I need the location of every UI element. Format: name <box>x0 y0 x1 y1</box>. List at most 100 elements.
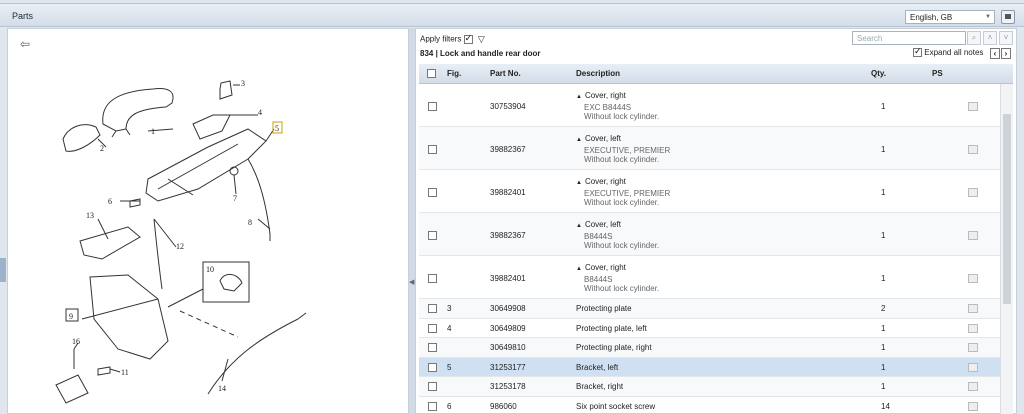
row-partno[interactable]: 39882367 <box>490 231 526 240</box>
col-ps[interactable]: PS <box>932 69 943 78</box>
ps-note-icon[interactable] <box>968 274 978 283</box>
expand-all-checkbox[interactable] <box>913 46 922 58</box>
collapse-arrow-icon[interactable]: ◀ <box>409 278 414 286</box>
col-fig[interactable]: Fig. <box>447 69 461 78</box>
collapse-triangle-icon[interactable]: ▲ <box>576 94 582 100</box>
callout-13[interactable]: 13 <box>86 211 94 220</box>
row-checkbox[interactable] <box>428 401 437 411</box>
callout-11[interactable]: 11 <box>121 368 129 377</box>
callout-6[interactable]: 6 <box>108 197 112 206</box>
table-row[interactable]: 6 986060 Six point socket screw 14 <box>419 397 1000 414</box>
row-checkbox[interactable] <box>428 323 437 333</box>
table-row[interactable]: 30649810 Protecting plate, right 1 <box>419 338 1000 358</box>
row-checkbox[interactable] <box>428 188 437 197</box>
col-qty[interactable]: Qty. <box>871 69 886 78</box>
table-row[interactable]: 39882367 ▲ Cover, left B8444S Without lock c… <box>419 213 1000 256</box>
row-checkbox[interactable] <box>428 231 437 240</box>
callout-12[interactable]: 12 <box>176 242 184 251</box>
row-desc: Protecting plate, left <box>576 323 647 333</box>
scrollbar-thumb[interactable] <box>1003 114 1011 304</box>
row-checkbox[interactable] <box>428 304 437 313</box>
search-icon[interactable]: ⌕ <box>967 31 981 45</box>
ps-note-icon[interactable] <box>968 304 978 313</box>
row-partno[interactable]: 30649810 <box>490 343 526 352</box>
row-partno[interactable]: 39882401 <box>490 274 526 283</box>
filter-icon[interactable]: ▽ <box>478 34 485 45</box>
table-row[interactable]: 5 31253177 Bracket, left 1 <box>419 357 1000 377</box>
row-checkbox[interactable] <box>428 145 437 154</box>
ps-note-icon[interactable] <box>968 323 978 333</box>
ps-note-icon[interactable] <box>968 231 978 240</box>
left-collapse-handle[interactable] <box>0 258 6 282</box>
col-description[interactable]: Description <box>576 69 620 78</box>
callout-8[interactable]: 8 <box>248 218 252 227</box>
row-qty: 14 <box>881 401 890 411</box>
expand-all-notes[interactable]: Expand all notes <box>913 46 983 58</box>
ps-note-icon[interactable] <box>968 401 978 411</box>
breadcrumb: 834 | Lock and handle rear door <box>420 49 541 58</box>
row-checkbox[interactable] <box>428 362 437 372</box>
collapse-triangle-icon[interactable]: ▲ <box>576 180 582 186</box>
row-qty: 1 <box>881 231 886 240</box>
row-checkbox[interactable] <box>428 274 437 283</box>
table-row[interactable]: 39882401 ▲ Cover, right EXECUTIVE, PREMIER W… <box>419 170 1000 213</box>
collapse-triangle-icon[interactable]: ▲ <box>576 266 582 272</box>
row-partno[interactable]: 30649908 <box>490 304 526 313</box>
scroll-left-button[interactable]: ‹ <box>990 48 1000 59</box>
collapse-triangle-icon[interactable]: ▲ <box>576 223 582 229</box>
table-row[interactable]: 39882367 ▲ Cover, left EXECUTIVE, PREMIER Wi… <box>419 127 1000 170</box>
callout-3[interactable]: 3 <box>241 79 245 88</box>
row-partno[interactable]: 31253178 <box>490 382 526 391</box>
table-row[interactable]: 31253178 Bracket, right 1 <box>419 377 1000 397</box>
row-partno[interactable]: 30753904 <box>490 102 526 111</box>
col-partno[interactable]: Part No. <box>490 69 521 78</box>
row-desc: Bracket, left <box>576 362 619 372</box>
select-all-checkbox[interactable] <box>427 69 436 78</box>
row-partno[interactable]: 986060 <box>490 402 517 411</box>
row-checkbox[interactable] <box>428 343 437 352</box>
ps-note-icon[interactable] <box>968 188 978 197</box>
row-partno[interactable]: 39882401 <box>490 188 526 197</box>
row-partno[interactable]: 39882367 <box>490 145 526 154</box>
table-row[interactable]: 4 30649809 Protecting plate, left 1 <box>419 319 1000 338</box>
protecting-plate-3 <box>219 80 233 100</box>
callout-16[interactable]: 16 <box>72 337 80 346</box>
row-desc-text: Cover, right <box>584 263 626 272</box>
search-input[interactable]: Search <box>852 31 966 45</box>
collapse-triangle-icon[interactable]: ▲ <box>576 137 582 143</box>
apply-filters[interactable]: Apply filters ▽ <box>420 33 485 45</box>
row-checkbox[interactable] <box>428 382 437 391</box>
table-row[interactable]: 39882401 ▲ Cover, right B8444S Without lock … <box>419 256 1000 299</box>
ps-note-icon[interactable] <box>968 145 978 154</box>
ps-note-icon[interactable] <box>968 382 978 391</box>
row-checkbox[interactable] <box>428 102 437 111</box>
print-icon[interactable] <box>1001 10 1015 24</box>
callout-4[interactable]: 4 <box>258 108 262 117</box>
row-partno[interactable]: 31253177 <box>490 363 526 372</box>
ps-note-icon[interactable] <box>968 362 978 372</box>
scroll-right-button[interactable]: › <box>1001 48 1011 59</box>
row-qty: 1 <box>881 343 886 352</box>
language-select[interactable]: English, GB ▼ <box>905 10 995 24</box>
table-row[interactable]: 3 30649908 Protecting plate 2 <box>419 299 1000 319</box>
callout-14[interactable]: 14 <box>218 384 226 393</box>
handle-cover <box>62 124 101 152</box>
striker-plate <box>55 374 89 404</box>
callout-2[interactable]: 2 <box>100 144 104 153</box>
row-partno[interactable]: 30649809 <box>490 324 526 333</box>
callout-10[interactable]: 10 <box>206 265 214 274</box>
apply-filters-checkbox[interactable] <box>463 33 473 44</box>
callout-7[interactable]: 7 <box>233 194 237 203</box>
callout-5[interactable]: 5 <box>275 124 279 133</box>
prev-result-icon[interactable]: ˄ <box>983 31 997 45</box>
next-result-icon[interactable]: ˅ <box>999 31 1013 45</box>
row-desc: Six point socket screw <box>576 401 656 411</box>
table-row[interactable]: 30753904 ▲ Cover, right EXC B8444S Without l… <box>419 84 1000 127</box>
ps-note-icon[interactable] <box>968 102 978 111</box>
table-scrollbar[interactable] <box>1000 84 1013 414</box>
row-desc: Protecting plate, right <box>576 343 652 352</box>
bracket-ribs <box>157 143 239 196</box>
callout-1[interactable]: 1 <box>151 127 155 136</box>
ps-note-icon[interactable] <box>968 343 978 352</box>
callout-9[interactable]: 9 <box>69 312 73 321</box>
